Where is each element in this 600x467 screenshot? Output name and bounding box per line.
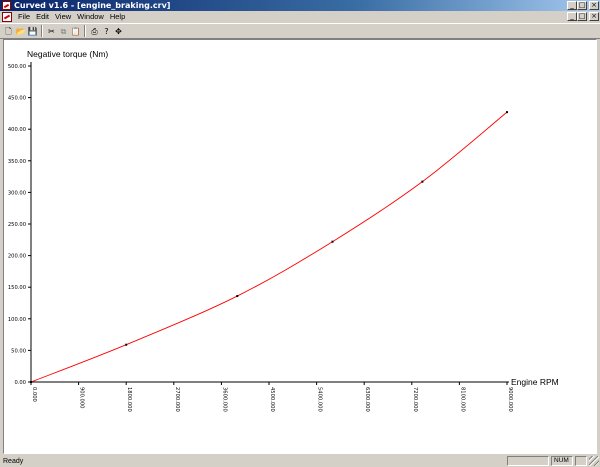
help-icon[interactable]: ? <box>101 26 112 37</box>
x-tick-label: 4500.000 <box>269 387 275 412</box>
toolbar-separator <box>84 25 86 37</box>
control-point <box>30 381 32 383</box>
close-button[interactable]: × <box>589 1 599 10</box>
doc-minimize-button[interactable]: _ <box>567 12 577 21</box>
y-tick-label: 150.00 <box>8 285 26 291</box>
move-icon[interactable]: ✥ <box>113 26 124 37</box>
y-tick-label: 450.00 <box>8 96 26 102</box>
y-tick-label: 500.00 <box>8 64 26 70</box>
status-pane-num: NUM <box>551 456 573 466</box>
open-icon[interactable]: 📂 <box>15 26 26 37</box>
save-icon[interactable]: 💾 <box>27 26 38 37</box>
chart-view[interactable]: 0.00 50.00 100.00 150.00 200.00 250.00 300.00 3… <box>3 39 597 454</box>
x-tick-label: 2700.000 <box>174 387 180 412</box>
menu-help[interactable]: Help <box>110 11 125 23</box>
document-icon[interactable] <box>2 12 12 22</box>
x-tick-label: 900.000 <box>79 387 85 408</box>
toolbar: 🗋 📂 💾 ✂ ⧉ 📋 ⎙ ? ✥ <box>0 23 600 39</box>
status-pane-scroll <box>575 456 587 466</box>
x-tick-label: 7200.000 <box>412 387 418 412</box>
status-pane-caps <box>507 456 549 466</box>
minimize-button[interactable]: _ <box>567 1 577 10</box>
menu-window[interactable]: Window <box>77 11 104 23</box>
print-icon[interactable]: ⎙ <box>89 26 100 37</box>
x-tick-label: 8100.000 <box>459 387 465 412</box>
status-bar: Ready NUM <box>0 455 600 467</box>
torque-curve <box>30 111 508 383</box>
x-axis-label: Engine RPM <box>511 377 559 387</box>
x-tick-label: 6300.000 <box>364 387 370 412</box>
x-tick-label: 0.000 <box>31 387 37 402</box>
curve-chart[interactable]: 0.00 50.00 100.00 150.00 200.00 250.00 300.00 3… <box>4 40 596 453</box>
control-point <box>421 180 424 183</box>
title-bar: Curved v1.6 - [engine_braking.crv] _ □ × <box>0 0 600 11</box>
control-point <box>125 343 128 346</box>
menu-file[interactable]: File <box>18 11 30 23</box>
menu-bar: File Edit View Window Help _ □ × <box>0 11 600 23</box>
toolbar-separator <box>41 25 43 37</box>
doc-restore-button[interactable]: □ <box>577 12 587 21</box>
x-tick-label: 1800.000 <box>126 387 132 412</box>
y-tick-label: 400.00 <box>8 127 26 133</box>
y-tick-label: 0.00 <box>14 380 26 386</box>
y-tick-label: 50.00 <box>11 348 26 354</box>
status-text: Ready <box>3 457 24 465</box>
y-tick-label: 300.00 <box>8 190 26 196</box>
y-tick-label: 250.00 <box>8 222 26 228</box>
y-tick-label: 100.00 <box>8 317 26 323</box>
y-tick-label: 200.00 <box>8 254 26 260</box>
window-title: Curved v1.6 - [engine_braking.crv] <box>14 1 171 10</box>
y-axis-label: Negative torque (Nm) <box>27 49 108 59</box>
maximize-button[interactable]: □ <box>577 1 587 10</box>
menu-edit[interactable]: Edit <box>36 11 49 23</box>
control-point <box>236 295 239 298</box>
copy-icon[interactable]: ⧉ <box>58 26 69 37</box>
x-tick-label: 5400.000 <box>317 387 323 412</box>
menu-view[interactable]: View <box>55 11 71 23</box>
y-tick-label: 350.00 <box>8 159 26 165</box>
control-point <box>331 240 334 243</box>
new-icon[interactable]: 🗋 <box>3 26 14 37</box>
doc-close-button[interactable]: × <box>589 12 599 21</box>
resize-grip[interactable] <box>589 456 599 466</box>
app-icon[interactable] <box>2 1 11 10</box>
x-tick-label: 9000.000 <box>507 387 513 412</box>
paste-icon[interactable]: 📋 <box>70 26 81 37</box>
x-tick-label: 3600.000 <box>221 387 227 412</box>
cut-icon[interactable]: ✂ <box>46 26 57 37</box>
control-point <box>506 111 508 114</box>
